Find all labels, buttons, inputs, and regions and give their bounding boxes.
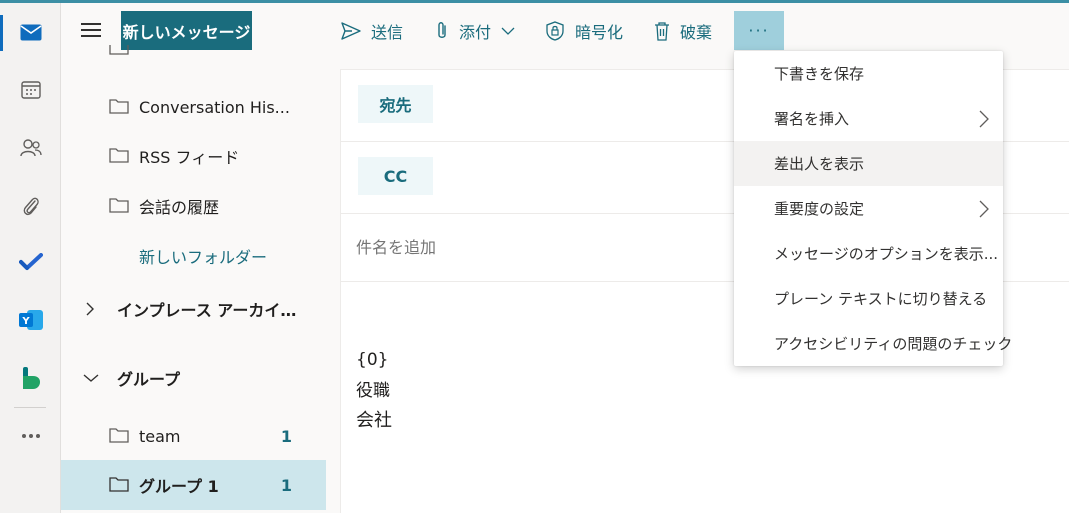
folder-label: Conversation His... (139, 97, 290, 117)
discard-button[interactable]: 破棄 (654, 11, 712, 50)
folder-item-team[interactable]: team 1 (61, 411, 326, 461)
unread-count: 1 (280, 426, 292, 446)
chevron-down-icon[interactable] (83, 373, 99, 383)
chevron-right-icon[interactable] (85, 302, 95, 316)
todo-icon[interactable] (0, 237, 61, 287)
more-apps-icon[interactable] (0, 411, 61, 461)
trash-icon (655, 21, 669, 41)
folder-label: 会話の履歴 (139, 198, 220, 217)
svg-text:Y: Y (21, 316, 30, 327)
subject-input[interactable] (356, 238, 736, 257)
chevron-right-icon (979, 110, 989, 128)
compose-toolbar: 送信 添付 暗号化 破棄 ··· (341, 3, 1069, 53)
send-label: 送信 (371, 22, 404, 42)
folder-icon (109, 428, 129, 443)
groups-section[interactable]: グループ (61, 353, 326, 403)
yammer-icon[interactable]: Y (0, 295, 61, 345)
encrypt-button[interactable]: 暗号化 (545, 11, 623, 50)
folder-item-cutoff[interactable] (61, 45, 326, 65)
folder-item[interactable]: RSS フィード (61, 131, 326, 181)
folder-icon (109, 198, 129, 213)
menu-item-accessibility-check[interactable]: アクセシビリティの問題のチェック (734, 321, 1012, 366)
attachment-icon (438, 21, 446, 38)
menu-item-label: 署名を挿入 (774, 110, 850, 128)
folder-label: グループ 1 (139, 477, 219, 496)
send-button[interactable]: 送信 (341, 11, 403, 50)
archive-folder-group[interactable]: インプレース アーカイブ -... (61, 284, 326, 334)
signature-line[interactable]: 役職 (356, 376, 390, 401)
folder-icon (109, 477, 129, 492)
app-rail: Y (0, 3, 61, 513)
menu-item-label: 重要度の設定 (774, 200, 865, 218)
attachment-icon[interactable] (0, 181, 61, 231)
shield-lock-icon (546, 20, 564, 41)
new-folder-label: 新しいフォルダー (139, 248, 268, 267)
attach-button[interactable]: 添付 (435, 11, 525, 50)
send-icon (341, 21, 361, 40)
more-options-menu: 下書きを保存 署名を挿入 差出人を表示 重要度の設定 メッセージのオプションを表… (734, 51, 1012, 366)
folder-label: team (139, 426, 181, 446)
mail-icon[interactable] (0, 7, 61, 57)
folder-icon (109, 148, 129, 163)
folder-icon (109, 99, 129, 114)
signature-line[interactable]: 会社 (356, 406, 392, 432)
folder-item[interactable]: 会話の履歴 (61, 181, 326, 231)
menu-item-label: 下書きを保存 (774, 65, 865, 83)
to-button[interactable]: 宛先 (358, 85, 433, 123)
signature-line[interactable]: {0} (356, 350, 388, 370)
more-options-button[interactable]: ··· (734, 11, 784, 50)
attach-label: 添付 (459, 22, 492, 42)
cc-button[interactable]: CC (358, 157, 433, 195)
chevron-right-icon (979, 200, 989, 218)
rail-divider (14, 407, 46, 408)
groups-section-label: グループ (117, 370, 181, 389)
folder-label: RSS フィード (139, 148, 240, 167)
new-folder-link[interactable]: 新しいフォルダー (61, 231, 326, 281)
menu-item-label: メッセージのオプションを表示... (774, 245, 999, 263)
menu-item-set-importance[interactable]: 重要度の設定 (734, 186, 1003, 231)
hamburger-menu-icon[interactable] (81, 23, 101, 37)
bookings-icon[interactable] (0, 353, 61, 403)
folder-item-group1[interactable]: グループ 1 1 (61, 460, 326, 510)
menu-item-message-options[interactable]: メッセージのオプションを表示... (734, 231, 1003, 276)
menu-item-label: アクセシビリティの問題のチェック (774, 335, 1013, 353)
menu-item-show-from[interactable]: 差出人を表示 (734, 141, 1003, 186)
calendar-icon[interactable] (0, 65, 61, 115)
archive-folder-label: インプレース アーカイブ -... (117, 301, 297, 320)
people-icon[interactable] (0, 123, 61, 173)
unread-count: 1 (280, 475, 292, 495)
menu-item-insert-signature[interactable]: 署名を挿入 (734, 96, 1003, 141)
chevron-down-icon[interactable] (501, 27, 515, 35)
menu-item-save-draft[interactable]: 下書きを保存 (734, 51, 1003, 96)
encrypt-label: 暗号化 (575, 22, 624, 42)
menu-item-plain-text[interactable]: プレーン テキストに切り替える (734, 276, 1003, 321)
folder-item[interactable]: Conversation His... (61, 82, 326, 132)
menu-item-label: 差出人を表示 (774, 155, 865, 173)
discard-label: 破棄 (680, 22, 713, 42)
menu-item-label: プレーン テキストに切り替える (774, 290, 988, 308)
folder-pane: 新しいメッセージ Conversation His... RSS フィード 会話… (61, 3, 341, 513)
